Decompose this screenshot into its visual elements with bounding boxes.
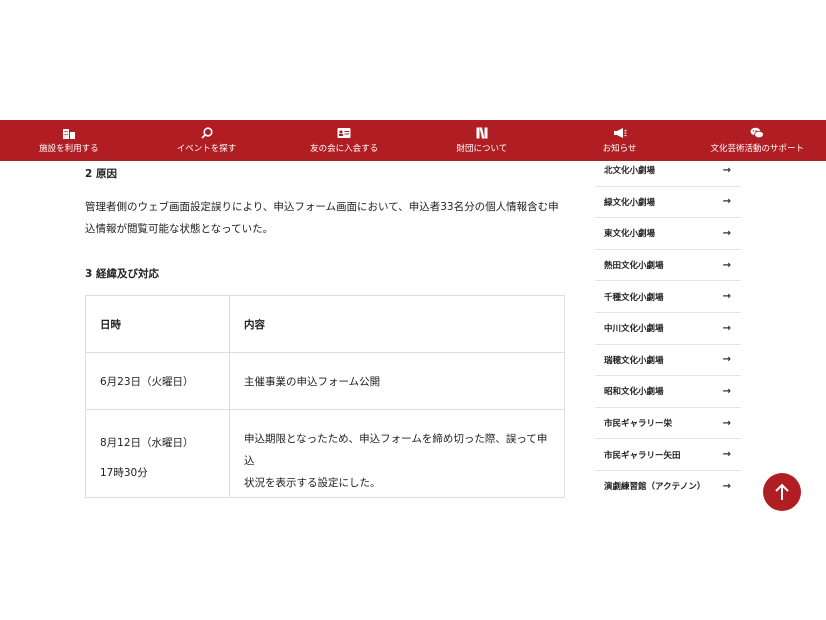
nav-item-events[interactable]: イベントを探す: [138, 120, 276, 161]
table-row: 8月12日（水曜日） 17時30分 申込期限となったため、申込フォームを締め切っ…: [85, 409, 565, 498]
back-to-top-button[interactable]: [763, 473, 801, 511]
nav-label-news: お知らせ: [602, 144, 637, 154]
sidebar-item-label: 中川文化小劇場: [604, 324, 664, 335]
sidebar-item-kita[interactable]: 北文化小劇場 →: [595, 155, 741, 187]
speech-bubbles-icon: [750, 127, 765, 139]
sidebar-item-gallery-yada[interactable]: 市民ギャラリー矢田 →: [595, 439, 741, 471]
arrow-right-icon: →: [722, 196, 731, 208]
nav-label-support: 文化芸術活動のサポート: [710, 144, 804, 154]
table-cell-date: 8月12日（水曜日） 17時30分: [85, 409, 230, 498]
cause-text-line-1: 管理者側のウェブ画面設定誤りにより、申込フォーム画面において、申込者33名分の個…: [85, 201, 559, 213]
sidebar-item-midori[interactable]: 緑文化小劇場 →: [595, 187, 741, 219]
sidebar-item-chikusa[interactable]: 千種文化小劇場 →: [595, 281, 741, 313]
table-row: 6月23日（火曜日） 主催事業の申込フォーム公開: [85, 352, 565, 410]
nav-item-membership[interactable]: 友の会に入会する: [275, 120, 413, 161]
sidebar-item-label: 北文化小劇場: [604, 166, 656, 177]
sidebar-item-label: 緑文化小劇場: [604, 197, 656, 208]
sidebar-item-label: 昭和文化小劇場: [604, 387, 664, 398]
sidebar-item-showa[interactable]: 昭和文化小劇場 →: [595, 376, 741, 408]
arrow-right-icon: →: [722, 449, 731, 461]
nav-label-membership: 友の会に入会する: [310, 144, 379, 154]
search-icon: [200, 127, 213, 139]
table-cell-content-line-2: 状況を表示する設定にした。: [244, 477, 381, 489]
main-content: 2 原因 管理者側のウェブ画面設定誤りにより、申込フォーム画面において、申込者3…: [85, 161, 565, 498]
sidebar-item-gallery-sakae[interactable]: 市民ギャラリー栄 →: [595, 408, 741, 440]
section-heading-cause: 2 原因: [85, 168, 117, 180]
arrow-right-icon: →: [722, 354, 731, 366]
table-header-content: 内容: [229, 295, 565, 353]
building-icon: [62, 129, 75, 139]
sidebar-item-atsuta[interactable]: 熱田文化小劇場 →: [595, 250, 741, 282]
arrow-right-icon: →: [722, 291, 731, 303]
sidebar-item-label: 演劇練習館（アクテノン）: [604, 482, 706, 493]
sidebar-item-label: 熱田文化小劇場: [604, 261, 664, 272]
megaphone-icon: [613, 128, 627, 138]
blank-area: [0, 498, 826, 620]
table-cell-content: 主催事業の申込フォーム公開: [229, 352, 565, 410]
section-heading-timeline: 3 経緯及び対応: [85, 268, 159, 280]
sidebar-item-label: 瑞穂文化小劇場: [604, 355, 664, 366]
arrow-right-icon: →: [722, 164, 731, 176]
nav-label-events: イベントを探す: [176, 144, 237, 154]
table-cell-date: 6月23日（火曜日）: [85, 352, 230, 410]
sidebar-item-higashi[interactable]: 東文化小劇場 →: [595, 218, 741, 250]
sidebar-item-label: 千種文化小劇場: [604, 292, 664, 303]
arrow-right-icon: →: [722, 417, 731, 429]
sidebar-item-mizuho[interactable]: 瑞穂文化小劇場 →: [595, 345, 741, 377]
table-header-row: 日時 内容: [85, 295, 565, 353]
arrow-right-icon: →: [722, 322, 731, 334]
sidebar-item-label: 東文化小劇場: [604, 229, 656, 240]
table-cell-date-text: 8月12日（水曜日）: [100, 437, 194, 449]
foundation-logo-icon: [476, 127, 488, 139]
table-header-date: 日時: [85, 295, 230, 353]
arrow-right-icon: →: [722, 385, 731, 397]
nav-item-foundation[interactable]: 財団について: [413, 120, 551, 161]
sidebar-item-nakagawa[interactable]: 中川文化小劇場 →: [595, 313, 741, 345]
timeline-table: 日時 内容 6月23日（火曜日） 主催事業の申込フォーム公開 8月12日（水曜日…: [85, 295, 565, 498]
table-cell-content-line-1: 申込期限となったため、申込フォームを締め切った際、誤って申込: [244, 433, 548, 467]
member-card-icon: [337, 128, 351, 138]
sidebar-item-label: 市民ギャラリー矢田: [604, 450, 681, 461]
arrow-up-icon: [775, 483, 789, 500]
arrow-right-icon: →: [722, 227, 731, 239]
nav-label-foundation: 財団について: [456, 144, 508, 154]
nav-label-facilities: 施設を利用する: [39, 144, 99, 154]
nav-item-facilities[interactable]: 施設を利用する: [0, 120, 138, 161]
facility-sidebar: 北文化小劇場 → 緑文化小劇場 → 東文化小劇場 → 熱田文化小劇場 → 千種文化小劇場…: [595, 155, 741, 503]
table-cell-time-text: 17時30分: [100, 467, 148, 479]
arrow-right-icon: →: [722, 480, 731, 492]
cause-text-line-2: 込情報が閲覧可能な状態となっていた。: [85, 223, 274, 235]
sidebar-item-label: 市民ギャラリー栄: [604, 419, 673, 430]
arrow-right-icon: →: [722, 259, 731, 271]
table-cell-content: 申込期限となったため、申込フォームを締め切った際、誤って申込 状況を表示する設定…: [229, 409, 565, 498]
